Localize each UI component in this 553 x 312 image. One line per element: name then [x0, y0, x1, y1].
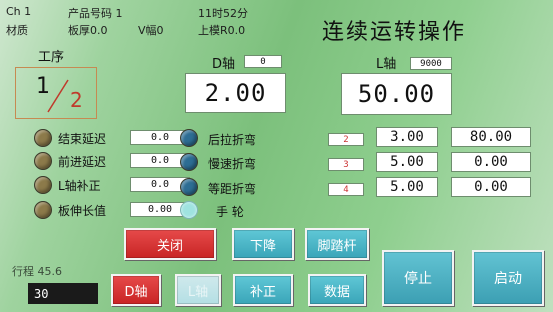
l-axis-button[interactable]: L轴: [175, 274, 221, 306]
stroke-value: 30: [28, 283, 98, 304]
d-axis-value[interactable]: 2.00: [185, 73, 286, 113]
param-label: 结束延迟: [58, 132, 107, 146]
stop-button[interactable]: 停止: [382, 250, 454, 306]
upper-die-label: 上模R0.0: [198, 24, 246, 37]
mode-label: 手 轮: [216, 205, 244, 219]
step-value-b[interactable]: 0.00: [451, 177, 531, 197]
d-axis-button[interactable]: D轴: [111, 274, 161, 306]
l-axis-value[interactable]: 50.00: [341, 73, 452, 115]
correct-button[interactable]: 补正: [233, 274, 293, 306]
status-lamp-icon: [34, 201, 52, 219]
start-button[interactable]: 启动: [472, 250, 544, 306]
mode-lamp-icon: [180, 129, 198, 147]
param-label: L轴补正: [58, 179, 101, 193]
param-label: 前进延迟: [58, 155, 107, 169]
step-index: 4: [328, 183, 364, 196]
step-value-a[interactable]: 3.00: [376, 127, 438, 147]
mode-lamp-icon: [180, 178, 198, 196]
d-axis-small-value[interactable]: 0: [244, 55, 282, 68]
status-lamp-icon: [34, 129, 52, 147]
mode-lamp-icon: [180, 201, 198, 219]
thickness-label: 板厚0.0: [68, 24, 108, 37]
product-number-label: 产品号码 1: [68, 7, 123, 20]
foot-pedal-button[interactable]: 脚踏杆: [305, 228, 369, 260]
step-divider: [47, 79, 69, 113]
status-lamp-icon: [34, 176, 52, 194]
step-indicator: 1 2: [15, 67, 97, 119]
data-button[interactable]: 数据: [308, 274, 366, 306]
step-total: 2: [70, 88, 83, 112]
l-axis-label: L轴: [376, 57, 397, 72]
stroke-label: 行程 45.6: [12, 265, 62, 278]
l-axis-small-value[interactable]: 9000: [410, 57, 452, 70]
step-index: 3: [328, 158, 364, 171]
step-label: 工序: [38, 50, 65, 65]
param-label: 板伸长值: [58, 204, 107, 218]
step-value-a[interactable]: 5.00: [376, 152, 438, 172]
channel-label: Ch 1: [6, 5, 32, 18]
mode-lamp-icon: [180, 153, 198, 171]
mode-label: 后拉折弯: [208, 133, 257, 147]
step-value-b[interactable]: 0.00: [451, 152, 531, 172]
time-label: 11时52分: [198, 7, 248, 20]
status-lamp-icon: [34, 152, 52, 170]
mode-label: 慢速折弯: [208, 157, 257, 171]
step-index: 2: [328, 133, 364, 146]
mode-label: 等距折弯: [208, 182, 257, 196]
d-axis-label: D轴: [212, 57, 236, 72]
material-label: 材质: [6, 24, 28, 37]
close-button[interactable]: 关闭: [124, 228, 216, 260]
lower-button[interactable]: 下降: [232, 228, 294, 260]
step-value-a[interactable]: 5.00: [376, 177, 438, 197]
page-title: 连续运转操作: [322, 20, 467, 45]
v-width-label: V幅0: [138, 24, 164, 37]
step-value-b[interactable]: 80.00: [451, 127, 531, 147]
